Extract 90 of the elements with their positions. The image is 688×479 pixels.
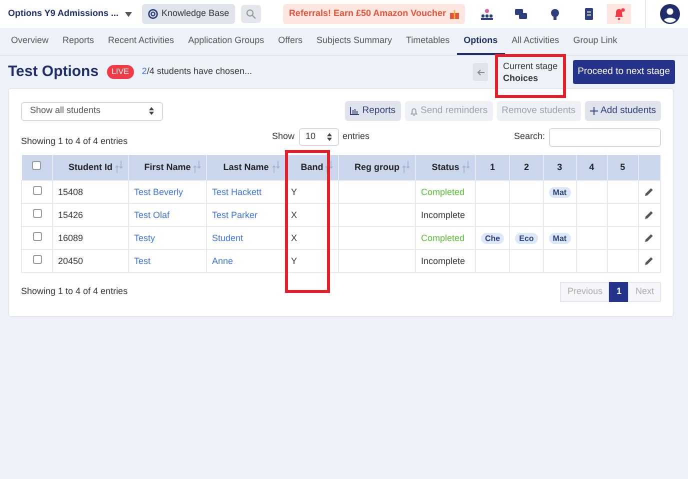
- column-header[interactable]: 2: [510, 154, 544, 181]
- table-cell: X: [286, 204, 338, 227]
- subject-tag: Eco: [515, 232, 538, 244]
- search-label: Search:: [514, 130, 546, 144]
- gift-icon: [450, 10, 459, 18]
- column-header[interactable]: Reg group: [338, 154, 416, 181]
- sort-icon: [193, 160, 201, 173]
- sort-caret-icon: [326, 133, 332, 141]
- plus-icon: [590, 107, 598, 116]
- sort-icon: [272, 160, 280, 173]
- student-link[interactable]: Anne: [212, 256, 234, 266]
- chat-icon[interactable]: [514, 7, 528, 21]
- nav-tab[interactable]: Reports: [56, 34, 102, 55]
- column-header[interactable]: Status: [416, 154, 476, 181]
- nav-tab[interactable]: Group Link: [566, 34, 624, 55]
- nav-tab[interactable]: Subjects Summary: [309, 34, 399, 55]
- people-icon[interactable]: [480, 7, 494, 21]
- edit-icon[interactable]: [644, 187, 654, 198]
- search-button[interactable]: [241, 5, 262, 23]
- bell-icon: [410, 106, 418, 116]
- column-header[interactable]: 5: [607, 154, 638, 181]
- arrow-left-icon: [476, 68, 485, 76]
- edit-icon[interactable]: [644, 256, 654, 266]
- row-checkbox[interactable]: [32, 254, 42, 264]
- nav-tab[interactable]: All Activities: [504, 34, 566, 55]
- student-link[interactable]: Test Olaf: [134, 210, 170, 220]
- sort-icon: [325, 160, 333, 173]
- sort-caret-icon: [149, 107, 154, 116]
- search-field[interactable]: [549, 128, 662, 146]
- status-text: Completed: [416, 180, 476, 204]
- column-header[interactable]: 4: [576, 154, 608, 181]
- filter-select[interactable]: Show all students: [21, 102, 163, 121]
- page-size-select[interactable]: 10: [298, 128, 339, 146]
- caret-icon[interactable]: [124, 12, 132, 16]
- status-text: Incomplete: [416, 250, 476, 273]
- table-cell: 15426: [52, 204, 128, 227]
- nav-tab[interactable]: Offers: [271, 34, 310, 55]
- avatar-icon[interactable]: [660, 4, 680, 24]
- chosen-summary: 2/4 students have chosen...: [142, 65, 252, 78]
- subject-tag: Mat: [548, 232, 571, 244]
- stage-label: Current stage: [503, 60, 558, 72]
- edit-icon[interactable]: [644, 233, 654, 244]
- student-link[interactable]: Test: [134, 256, 151, 266]
- subject-tag: Che: [481, 232, 504, 244]
- column-header[interactable]: 1: [476, 154, 510, 181]
- column-header[interactable]: Last Name: [206, 154, 286, 181]
- student-link[interactable]: Testy: [134, 232, 156, 242]
- table-cell: 15408: [52, 180, 128, 204]
- entries-label: entries: [342, 130, 370, 144]
- nav-tab[interactable]: Timetables: [398, 34, 457, 55]
- subject-tag: Mat: [548, 186, 571, 198]
- column-header[interactable]: 3: [543, 154, 576, 181]
- nav-tab[interactable]: Options: [456, 34, 505, 55]
- stage-value: Choices: [503, 72, 540, 84]
- entries-info: Showing 1 to 4 of 4 entries: [21, 285, 128, 298]
- edit-icon[interactable]: [644, 210, 654, 220]
- sort-icon: [115, 160, 123, 173]
- back-button[interactable]: [473, 63, 488, 81]
- table-cell: 16089: [52, 226, 128, 250]
- row-checkbox[interactable]: [32, 208, 42, 218]
- column-header[interactable]: Student Id: [52, 154, 128, 181]
- column-header[interactable]: First Name: [128, 154, 206, 181]
- pagination-button[interactable]: 1: [609, 282, 628, 302]
- proceed-button[interactable]: Proceed to next stage: [572, 60, 675, 84]
- chart-icon: [350, 107, 360, 116]
- row-checkbox[interactable]: [32, 186, 42, 194]
- status-text: Incomplete: [416, 204, 476, 227]
- notification-bell-icon[interactable]: [612, 7, 626, 21]
- nav-tab[interactable]: Overview: [4, 34, 56, 55]
- entries-info: Showing 1 to 4 of 4 entries: [21, 135, 128, 148]
- sort-icon: [402, 160, 410, 173]
- show-label: Show: [272, 130, 295, 144]
- table-cell: Y: [286, 250, 338, 273]
- nav-tab[interactable]: Application Groups: [181, 34, 272, 55]
- search-icon: [246, 9, 256, 19]
- nav-tab[interactable]: Recent Activities: [101, 34, 182, 55]
- action-button[interactable]: Reports: [345, 101, 401, 122]
- live-badge: LIVE: [106, 65, 134, 79]
- table-cell: X: [286, 226, 338, 250]
- app-title[interactable]: Options Y9 Admissions ...: [8, 7, 119, 21]
- table-cell: 20450: [52, 250, 128, 273]
- page-title: Test Options: [8, 62, 99, 82]
- select-all-checkbox[interactable]: [32, 160, 42, 170]
- status-text: Completed: [416, 226, 476, 250]
- document-icon[interactable]: [582, 7, 596, 21]
- row-checkbox[interactable]: [32, 232, 42, 240]
- knowledge-base-button[interactable]: Knowledge Base: [142, 4, 236, 24]
- sort-icon: [462, 160, 470, 173]
- student-link[interactable]: Student: [212, 232, 244, 242]
- action-button[interactable]: Add students: [584, 101, 661, 122]
